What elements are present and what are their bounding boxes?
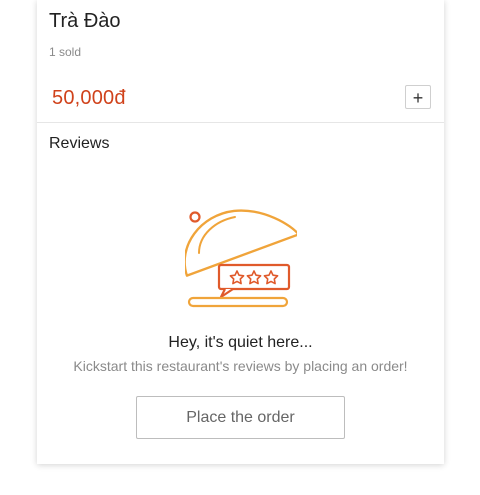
empty-state-description: Kickstart this restaurant's reviews by p… [73,358,408,374]
sold-count: 1 sold [49,45,82,59]
place-order-button[interactable]: Place the order [136,396,345,439]
add-to-cart-button[interactable]: + [405,85,431,109]
product-name: Trà Đào [49,10,121,32]
empty-state-title: Hey, it's quiet here... [168,334,313,351]
section-divider [37,122,444,123]
product-card: Trà Đào 1 sold 50,000đ + Reviews Hey, it… [37,0,444,464]
food-cloche-rating-icon [183,205,300,311]
product-price: 50,000đ [52,87,126,109]
reviews-heading: Reviews [49,135,110,152]
